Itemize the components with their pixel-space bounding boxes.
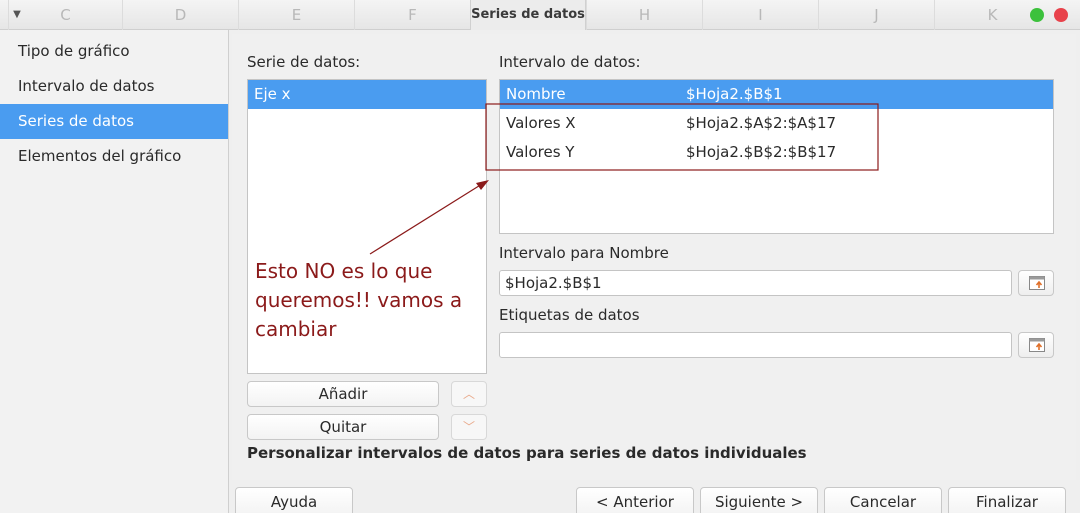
move-up-button[interactable]: ︿ — [451, 381, 487, 407]
data-ranges-list[interactable]: Nombre $Hoja2.$B$1 Valores X $Hoja2.$A$2… — [499, 79, 1054, 234]
data-labels-input[interactable] — [499, 332, 1012, 358]
range-value: $Hoja2.$B$2:$B$17 — [686, 143, 837, 161]
column-header: F — [354, 0, 470, 30]
move-down-button[interactable]: ﹀ — [451, 414, 487, 440]
column-header: H — [586, 0, 702, 30]
column-header: C — [8, 0, 122, 30]
wizard-steps-sidebar: Tipo de gráfico Intervalo de datos Serie… — [0, 30, 229, 513]
back-button[interactable]: < Anterior — [576, 487, 694, 513]
range-row[interactable]: Valores X $Hoja2.$A$2:$A$17 — [500, 109, 1053, 138]
next-button[interactable]: Siguiente > — [700, 487, 818, 513]
data-labels-select-button[interactable] — [1018, 332, 1054, 358]
data-labels-label: Etiquetas de datos — [499, 306, 640, 324]
range-value: $Hoja2.$A$2:$A$17 — [686, 114, 837, 132]
help-button[interactable]: Ayuda — [235, 487, 353, 513]
hint-text: Personalizar intervalos de datos para se… — [247, 444, 807, 462]
range-row[interactable]: Valores Y $Hoja2.$B$2:$B$17 — [500, 138, 1053, 167]
range-value: $Hoja2.$B$1 — [686, 85, 783, 103]
chevron-up-icon: ︿ — [462, 387, 475, 401]
maximize-button[interactable] — [1030, 8, 1044, 22]
range-role: Nombre — [506, 85, 566, 103]
finish-button[interactable]: Finalizar — [948, 487, 1066, 513]
column-header: J — [818, 0, 934, 30]
column-header: I — [702, 0, 818, 30]
add-series-button[interactable]: Añadir — [247, 381, 439, 407]
column-header: D — [122, 0, 238, 30]
range-role: Valores Y — [506, 143, 575, 161]
sidebar-item-chart-type[interactable]: Tipo de gráfico — [0, 34, 228, 69]
series-list-item[interactable]: Eje x — [248, 80, 486, 109]
sidebar-item-data-range[interactable]: Intervalo de datos — [0, 69, 228, 104]
annotation-note: Esto NO es lo que queremos!! vamos a cam… — [255, 259, 463, 341]
series-list-label: Serie de datos: — [247, 53, 361, 71]
remove-series-button[interactable]: Quitar — [247, 414, 439, 440]
range-row[interactable]: Nombre $Hoja2.$B$1 — [500, 80, 1053, 109]
close-button[interactable] — [1054, 8, 1068, 22]
sidebar-item-chart-elements[interactable]: Elementos del gráfico — [0, 139, 228, 174]
data-ranges-label: Intervalo de datos: — [499, 53, 641, 71]
shrink-select-icon — [1029, 276, 1045, 290]
name-range-input[interactable]: $Hoja2.$B$1 — [499, 270, 1012, 296]
cancel-button[interactable]: Cancelar — [824, 487, 942, 513]
name-range-select-button[interactable] — [1018, 270, 1054, 296]
title-bar: ▼ C D E F Series de datos H I J K — [0, 0, 1080, 30]
window-title: Series de datos — [470, 0, 586, 30]
name-range-label: Intervalo para Nombre — [499, 244, 669, 262]
shrink-select-icon — [1029, 338, 1045, 352]
column-header: E — [238, 0, 354, 30]
range-role: Valores X — [506, 114, 576, 132]
sidebar-item-data-series[interactable]: Series de datos — [0, 104, 228, 139]
chevron-down-icon: ﹀ — [462, 420, 475, 434]
